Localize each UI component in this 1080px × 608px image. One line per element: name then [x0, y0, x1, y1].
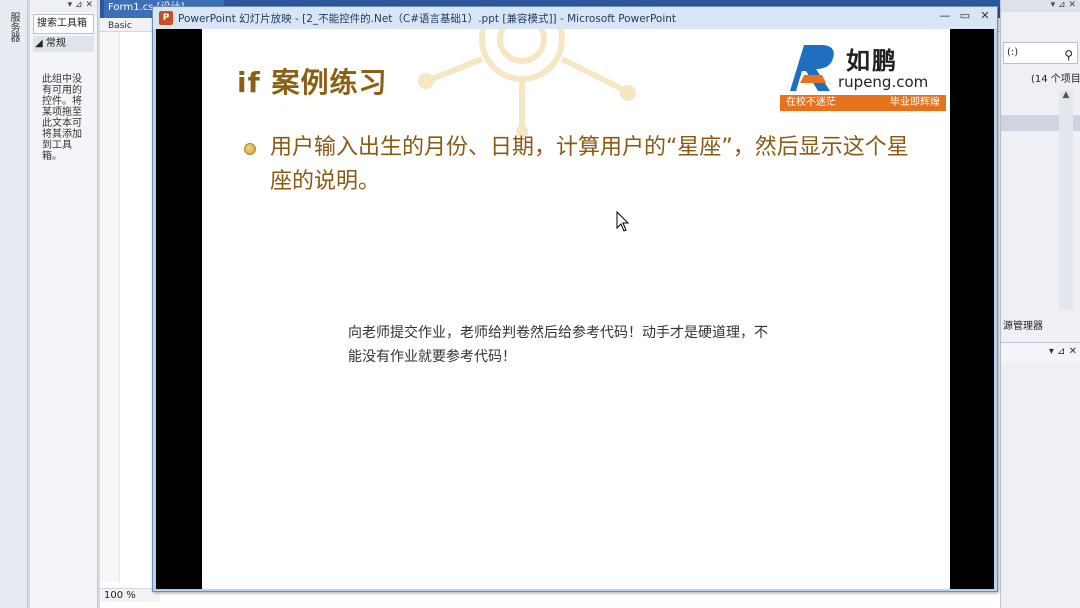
minimize-button[interactable]: — [939, 9, 951, 22]
logo-brand-chinese: 如鹏 [846, 47, 898, 75]
logo-slogan: 在校不迷茫 毕业即辉煌 [780, 95, 946, 111]
vs-left-tool-strip: 服务器 [0, 0, 28, 608]
toolbox-search-input[interactable]: 搜索工具箱 [33, 14, 94, 34]
slideshow-stage: if 案例练习 如鹏 rupeng.com 在校不迷茫 毕业即辉煌 用户输入出生… [156, 29, 994, 589]
explorer-title: 源管理器 [1003, 321, 1043, 332]
toolbox-pin-controls[interactable]: ▾ ⊿ ✕ [30, 0, 97, 12]
powerpoint-titlebar[interactable]: P PowerPoint 幻灯片放映 - [2_不能控件的.Net（C#语言基础… [153, 7, 997, 29]
scroll-up-icon[interactable]: ▲ [1059, 90, 1073, 100]
panel-pin-controls[interactable]: ▾ ⊿ ✕ [1001, 0, 1080, 12]
panel-search-input[interactable]: (:) ⚲ [1003, 42, 1078, 64]
rupeng-logo: 如鹏 rupeng.com 在校不迷茫 毕业即辉煌 [780, 35, 946, 117]
toolbox-empty-hint: 此组中没有可用的控件。将某项拖至此文本可将其添加到工具箱。 [42, 74, 82, 162]
rupeng-logo-mark-icon [790, 45, 834, 91]
editor-gutter [100, 32, 120, 582]
powerpoint-app-icon[interactable]: P [159, 11, 173, 25]
document-tab[interactable]: Basic [100, 21, 132, 31]
window-controls: — ▭ ✕ [939, 9, 991, 22]
restore-button[interactable]: ▭ [959, 9, 971, 22]
panel-search-text: (:) [1007, 47, 1019, 58]
bullet-item: 用户输入出生的月份、日期，计算用户的“星座”，然后显示这个星座的说明。 [244, 131, 924, 199]
logo-brand-url: rupeng.com [838, 73, 929, 91]
slide[interactable]: if 案例练习 如鹏 rupeng.com 在校不迷茫 毕业即辉煌 用户输入出生… [202, 29, 950, 589]
server-explorer-tab[interactable]: 服务器 [6, 12, 21, 42]
zoom-level[interactable]: 100 % [100, 588, 160, 602]
toolbox-panel: ▾ ⊿ ✕ 搜索工具箱 ◢ 常规 此组中没有可用的控件。将某项拖至此文本可将其添… [30, 0, 98, 608]
solution-panel: ▾ ⊿ ✕ (:) ⚲ (14 个项目) ▲ 源管理器 ▾ ⊿ ✕ [1000, 0, 1080, 608]
bullet-dot-icon [244, 143, 256, 155]
item-count: (14 个项目) [1031, 74, 1080, 85]
powerpoint-window: P PowerPoint 幻灯片放映 - [2_不能控件的.Net（C#语言基础… [152, 6, 998, 592]
lower-panel-pin-controls[interactable]: ▾ ⊿ ✕ [1001, 342, 1080, 362]
slogan-right: 毕业即辉煌 [890, 97, 940, 108]
slide-title: if 案例练习 [237, 66, 388, 99]
close-button[interactable]: ✕ [979, 9, 991, 22]
mouse-pointer-icon [616, 211, 630, 232]
homework-note: 向老师提交作业，老师给判卷然后给参考代码！动手才是硬道理，不能没有作业就要参考代… [348, 325, 768, 365]
background-decoration [418, 29, 636, 137]
panel-scrollbar[interactable]: ▲ [1059, 90, 1073, 310]
window-title: PowerPoint 幻灯片放映 - [2_不能控件的.Net（C#语言基础1）… [178, 12, 677, 25]
search-icon[interactable]: ⚲ [1064, 45, 1073, 65]
toolbox-group-general[interactable]: ◢ 常规 [33, 36, 94, 52]
bullet-text: 用户输入出生的月份、日期，计算用户的“星座”，然后显示这个星座的说明。 [270, 135, 909, 194]
slogan-left: 在校不迷茫 [786, 97, 836, 108]
